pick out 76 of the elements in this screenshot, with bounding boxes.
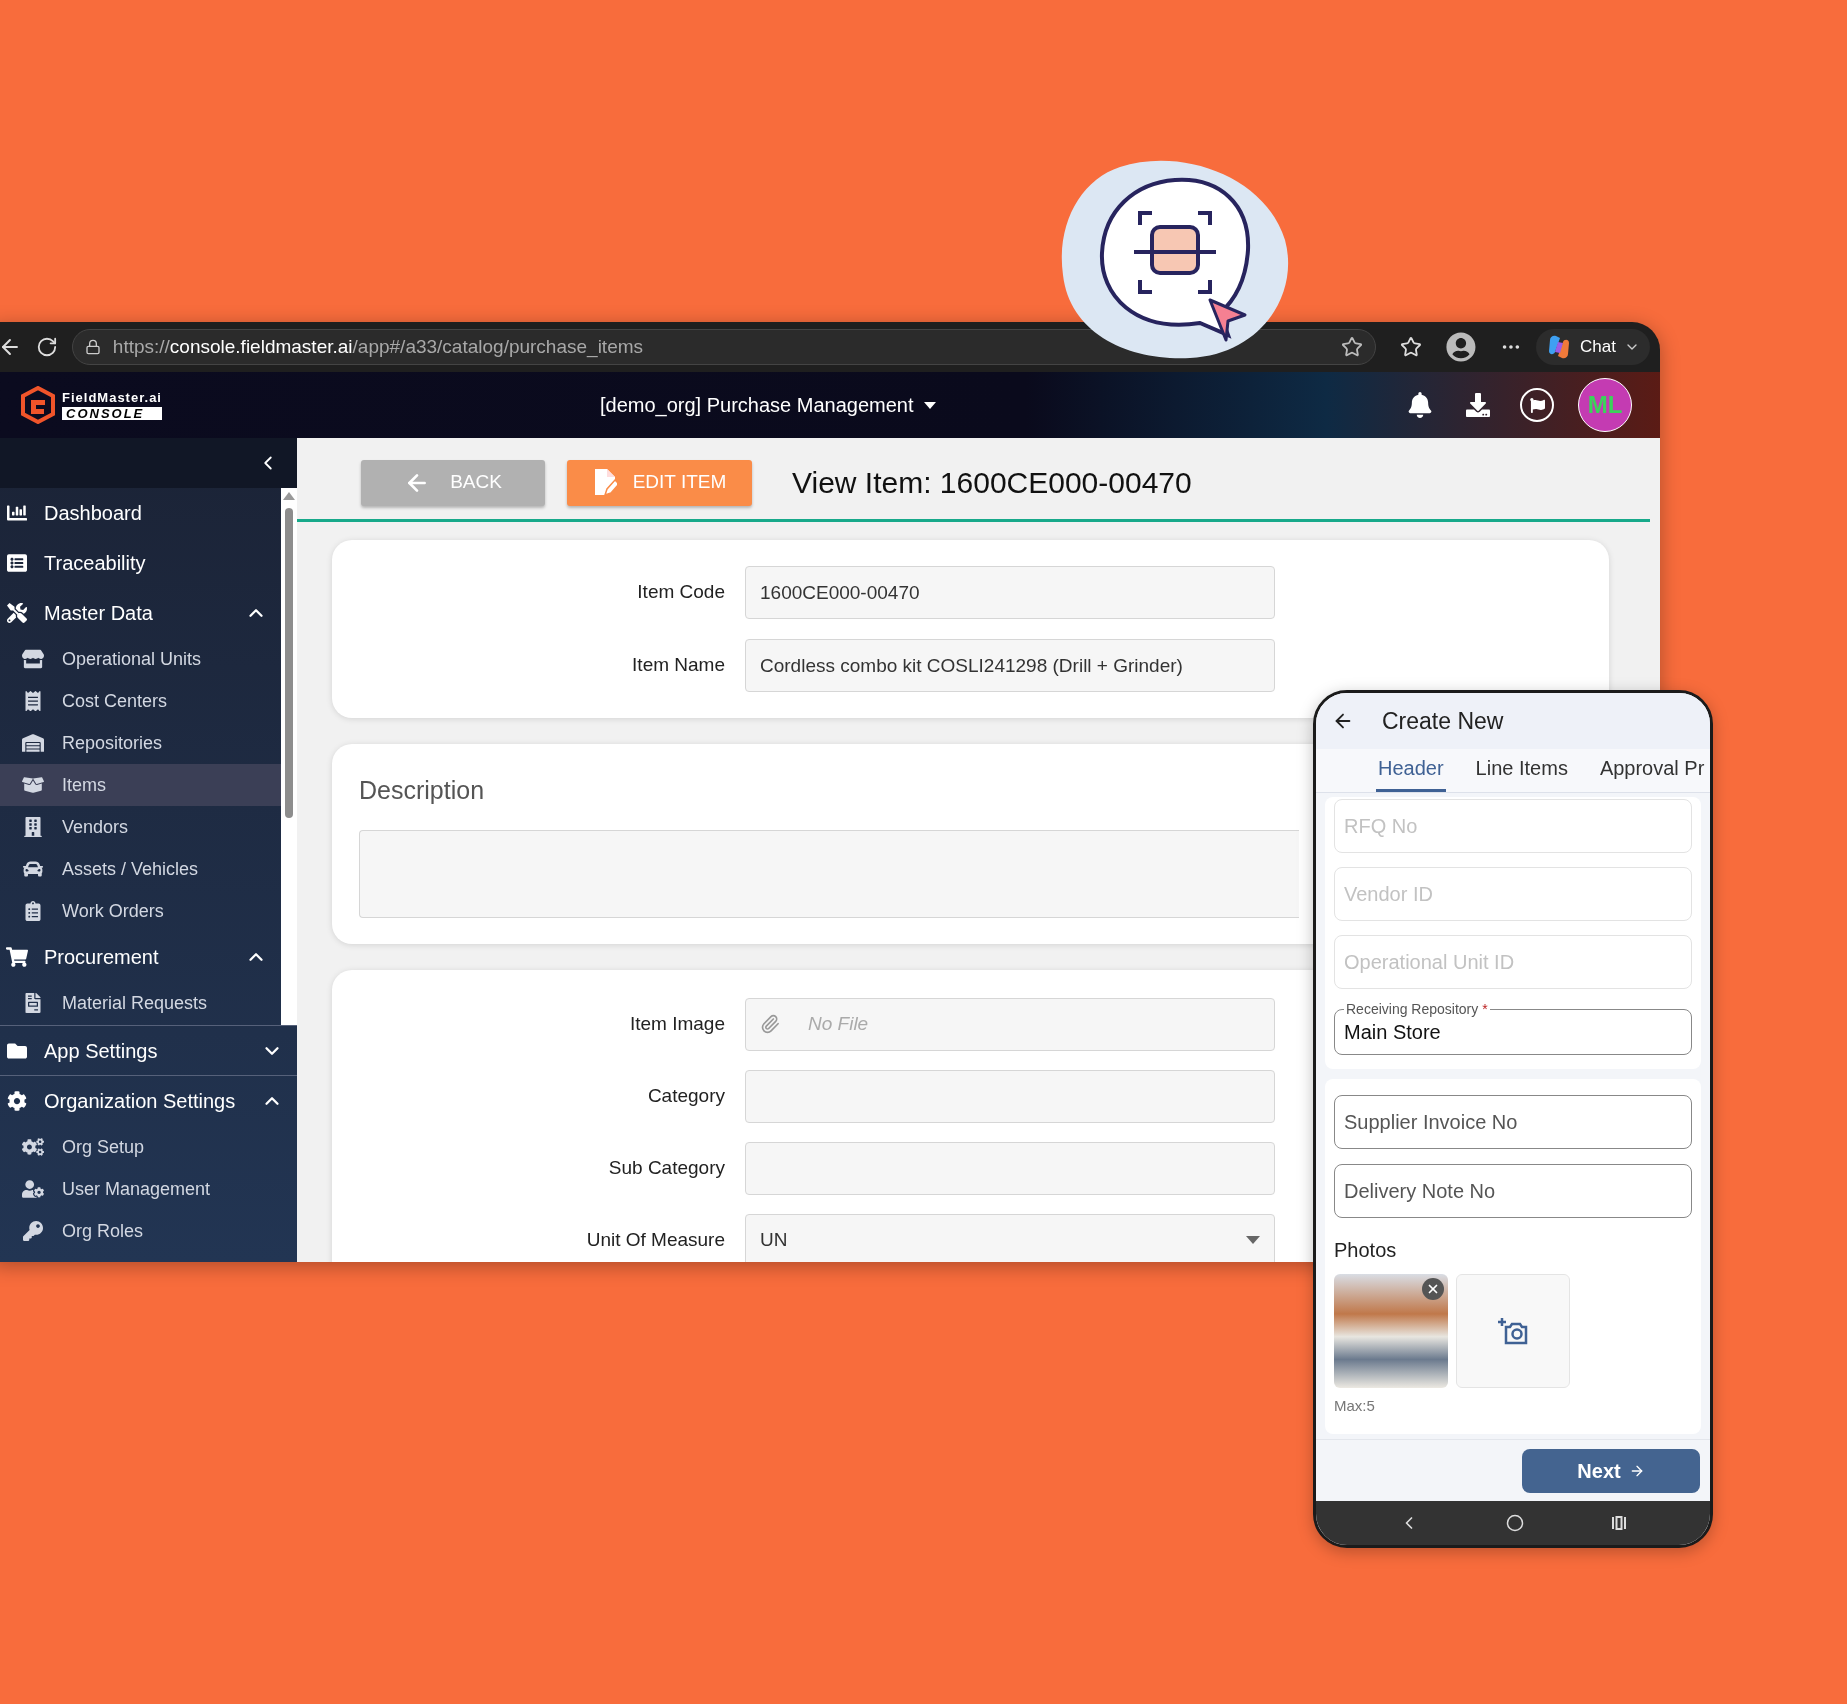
user-gear-icon xyxy=(22,1179,44,1199)
download-icon[interactable] xyxy=(1466,393,1490,417)
lock-icon xyxy=(84,339,101,355)
photos-label: Photos xyxy=(1334,1238,1398,1263)
edit-document-icon xyxy=(592,468,617,497)
logo-subtext: CONSOLE xyxy=(62,406,162,420)
add-photo-icon xyxy=(1498,1317,1528,1345)
tab[interactable]: Line Items xyxy=(1473,753,1570,792)
module-dropdown[interactable]: [demo_org] Purchase Management xyxy=(600,390,936,420)
field-label: Unit Of Measure xyxy=(585,1227,725,1252)
storefront-icon xyxy=(22,649,44,669)
sidebar-group[interactable]: Traceability xyxy=(0,538,281,588)
recents-icon[interactable] xyxy=(1610,1516,1627,1530)
caret-icon xyxy=(923,401,936,409)
chart-icon xyxy=(6,503,28,523)
tab[interactable]: Header xyxy=(1376,753,1446,792)
sidebar-group[interactable]: Organization Settings xyxy=(0,1076,297,1126)
sidebar-item[interactable]: Vendors xyxy=(0,806,281,848)
screen-title: Create New xyxy=(1382,706,1504,736)
select-field[interactable]: UN xyxy=(745,1213,1275,1262)
page-title: View Item: 1600CE000-00470 xyxy=(792,465,1192,501)
sidebar-group[interactable]: App Settings xyxy=(0,1026,297,1076)
box-icon xyxy=(22,775,44,795)
gears-icon xyxy=(22,1137,44,1157)
flag-icon[interactable] xyxy=(1520,388,1554,422)
tools-icon xyxy=(6,603,28,623)
description-field[interactable] xyxy=(359,829,1299,918)
field-label: Sub Category xyxy=(607,1155,725,1180)
input-field[interactable]: Delivery Note No xyxy=(1334,1164,1692,1218)
field-label: Item Code xyxy=(636,580,725,605)
warehouse-icon xyxy=(22,733,44,753)
text-field[interactable]: Cordless combo kit COSLI241298 (Drill + Grinder) xyxy=(745,639,1275,692)
logo-text: FieldMaster.ai xyxy=(62,390,162,404)
next-button[interactable]: Next xyxy=(1522,1448,1700,1493)
favorites-icon[interactable] xyxy=(1400,336,1423,358)
input-field[interactable]: Supplier Invoice No xyxy=(1334,1095,1692,1149)
sidebar-item[interactable]: Org Setup xyxy=(0,1126,297,1168)
sidebar-item[interactable]: Cost Centers xyxy=(0,680,281,722)
sidebar-item[interactable]: Repositories xyxy=(0,722,281,764)
settings-icon xyxy=(6,1091,28,1111)
scrollbar[interactable] xyxy=(281,488,297,1025)
sidebar-group[interactable]: Master Data xyxy=(0,588,281,638)
star-icon[interactable] xyxy=(1341,336,1364,358)
notifications-icon[interactable] xyxy=(1408,392,1432,418)
section-title: Description xyxy=(359,775,485,806)
text-field[interactable] xyxy=(745,1141,1275,1195)
chat-button[interactable]: Chat xyxy=(1536,329,1650,365)
car-icon xyxy=(22,859,44,879)
logo-icon xyxy=(20,386,56,424)
home-icon[interactable] xyxy=(1506,1514,1524,1532)
key-icon xyxy=(22,1221,44,1241)
paperclip-icon xyxy=(760,1013,780,1035)
close-icon xyxy=(1426,1282,1440,1296)
sidebar-item[interactable]: User Management xyxy=(0,1168,297,1210)
field-label: Category xyxy=(646,1083,725,1108)
sidebar-item[interactable]: Org Roles xyxy=(0,1210,297,1252)
building-icon xyxy=(22,817,44,837)
text-field[interactable]: 1600CE000-00470 xyxy=(745,566,1275,619)
field-label: Item Image xyxy=(628,1011,725,1036)
sidebar-item[interactable]: Material Requests xyxy=(0,982,281,1024)
list-icon xyxy=(6,553,28,573)
sidebar-item[interactable]: Items xyxy=(0,764,281,806)
text-field[interactable] xyxy=(745,1069,1275,1123)
sidebar-item[interactable]: Work Orders xyxy=(0,890,281,932)
dropdown-caret-icon xyxy=(1246,1236,1260,1244)
photos-hint: Max:5 xyxy=(1334,1396,1376,1416)
sidebar-group[interactable]: Dashboard xyxy=(0,488,281,538)
sidebar-group[interactable]: Procurement xyxy=(0,932,281,982)
profile-icon[interactable] xyxy=(1446,332,1477,362)
sidebar-item[interactable]: Operational Units xyxy=(0,638,281,680)
cart-icon xyxy=(6,947,28,967)
tab[interactable]: Approval Pr xyxy=(1597,753,1707,792)
sidebar-item[interactable]: Assets / Vehicles xyxy=(0,848,281,890)
field-label: Item Name xyxy=(631,653,725,678)
address-bar[interactable]: https://console.fieldmaster.ai/app#/a33/catalog/purchase_items xyxy=(71,329,1377,365)
reload-icon[interactable] xyxy=(35,336,58,358)
